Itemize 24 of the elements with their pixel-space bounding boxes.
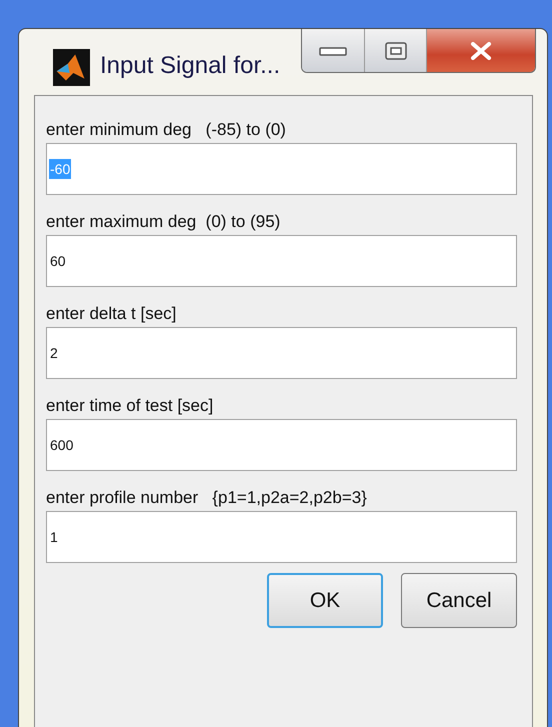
input-field[interactable]: 60	[46, 235, 517, 287]
close-icon	[469, 42, 493, 60]
field-label: enter time of test [sec]	[46, 396, 214, 417]
field-value: -60	[49, 159, 72, 179]
field-label: enter delta t [sec]	[46, 304, 178, 325]
field-label: enter profile number {p1=1,p2a=2,p2b=3}	[46, 488, 368, 509]
input-field[interactable]: 2	[46, 327, 517, 379]
maximize-button[interactable]	[364, 29, 426, 72]
field-label: enter maximum deg (0) to (95)	[46, 212, 282, 233]
field-value: 1	[49, 528, 59, 547]
ok-button[interactable]: OK	[267, 573, 383, 628]
field-label: enter minimum deg (-85) to (0)	[46, 120, 287, 141]
minimize-button[interactable]	[302, 29, 364, 72]
app-icon	[53, 48, 90, 86]
field-value: 600	[49, 436, 74, 455]
field-value: 2	[49, 344, 59, 363]
close-button[interactable]	[426, 29, 535, 72]
window-title: Input Signal for...	[100, 52, 280, 80]
field-value: 60	[49, 252, 67, 271]
input-field[interactable]: 600	[46, 419, 517, 471]
minimize-icon	[319, 44, 347, 56]
restore-icon	[384, 42, 406, 60]
cancel-button[interactable]: Cancel	[401, 573, 517, 628]
input-field[interactable]: 1	[46, 511, 517, 563]
